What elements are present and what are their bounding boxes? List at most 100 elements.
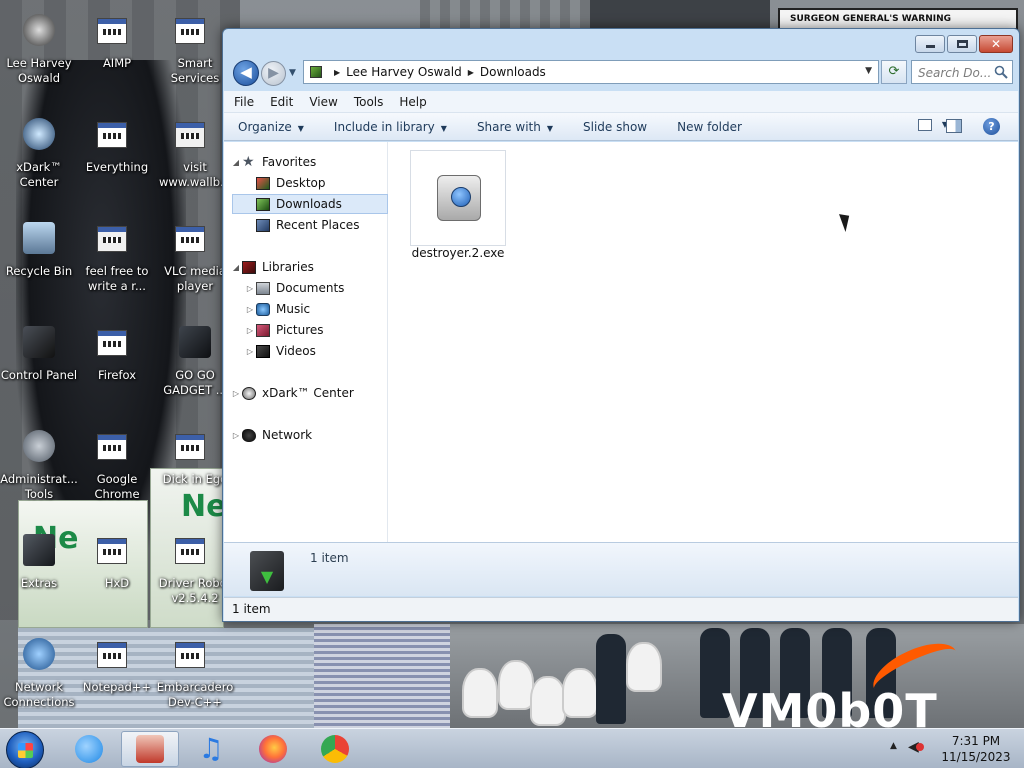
libraries-icon: [242, 260, 256, 274]
app-icon: [95, 424, 139, 468]
breadcrumb-item[interactable]: Downloads: [480, 65, 546, 79]
nav-item-documents[interactable]: ▷ Documents: [244, 278, 345, 298]
nav-item-downloads[interactable]: Downloads: [232, 194, 388, 214]
clock[interactable]: 7:31 PM 11/15/2023: [936, 733, 1016, 765]
expand-icon[interactable]: ▷: [244, 347, 256, 356]
nav-item-recent-places[interactable]: Recent Places: [244, 215, 380, 235]
command-label: Include in library: [333, 119, 435, 134]
clock-date: 11/15/2023: [941, 750, 1011, 764]
taskbar-explorer[interactable]: [121, 731, 179, 767]
desktop-icon-hxd[interactable]: HxD: [78, 528, 156, 591]
desktop-icon-label: Embarcadero Dev-C++: [156, 680, 234, 709]
nav-favorites[interactable]: ◢ ★ Favorites: [230, 152, 316, 172]
minimize-button[interactable]: [915, 35, 945, 53]
maximize-button[interactable]: [947, 35, 977, 53]
search-input[interactable]: Search Do...: [911, 60, 1013, 84]
xdark-icon: [17, 112, 61, 156]
desktop-icon-firefox[interactable]: Firefox: [78, 320, 156, 383]
taskbar-itunes[interactable]: ♫: [182, 731, 240, 767]
desktop-icon-extras[interactable]: Extras: [0, 528, 78, 591]
nav-network[interactable]: ▷ Network: [230, 425, 312, 445]
nav-item-pictures[interactable]: ▷ Pictures: [244, 320, 324, 340]
desktop-icon-xdark-center[interactable]: xDark™ Center: [0, 112, 78, 190]
command-label: Organize: [238, 119, 292, 134]
expand-icon[interactable]: ▷: [230, 431, 242, 440]
slide-show-button[interactable]: Slide show: [583, 120, 647, 134]
downloads-folder-icon: [250, 551, 284, 591]
expand-icon[interactable]: ▷: [244, 284, 256, 293]
expand-icon[interactable]: ▷: [230, 389, 242, 398]
organize-button[interactable]: Organize ▼: [238, 120, 304, 134]
nav-label: Pictures: [276, 323, 324, 337]
system-tray: ▲ ◀ 7:31 PM 11/15/2023: [884, 729, 1024, 768]
menu-edit[interactable]: Edit: [270, 95, 293, 109]
refresh-button[interactable]: ⟳: [881, 60, 907, 84]
nav-item-desktop[interactable]: Desktop: [244, 173, 380, 193]
desktop-icon-control-panel[interactable]: Control Panel: [0, 320, 78, 383]
close-icon: ✕: [990, 37, 1002, 51]
desktop-icon-aimp[interactable]: AIMP: [78, 8, 156, 71]
address-bar[interactable]: ▶ Lee Harvey Oswald ▶ Downloads ▼: [303, 60, 879, 84]
include-in-library-button[interactable]: Include in library ▼: [334, 120, 447, 134]
explorer-body: ◢ ★ Favorites Desktop Downloads Recent P…: [224, 142, 1018, 542]
preview-pane-icon[interactable]: [946, 119, 962, 133]
search-icon[interactable]: [994, 65, 1008, 79]
desktop-icon-lee-harvey-oswald[interactable]: Lee Harvey Oswald: [0, 8, 78, 86]
wallpaper-building: [590, 0, 770, 28]
desktop-icon-label: Network Connections: [3, 680, 75, 709]
volume-muted-badge-icon: [916, 743, 924, 751]
address-history-dropdown-icon[interactable]: ▼: [865, 66, 872, 76]
maximize-icon: [957, 40, 968, 48]
breadcrumb-separator-icon[interactable]: ▶: [468, 68, 474, 77]
file-name-label[interactable]: destroyer.2.exe: [390, 246, 526, 260]
desktop-icon-recycle-bin[interactable]: Recycle Bin: [0, 216, 78, 279]
file-list[interactable]: destroyer.2.exe: [390, 142, 1018, 542]
expand-icon[interactable]: ▷: [244, 326, 256, 335]
breadcrumb-item[interactable]: Lee Harvey Oswald: [346, 65, 462, 79]
nav-label: Downloads: [276, 197, 342, 211]
breadcrumb-separator-icon[interactable]: ▶: [334, 68, 340, 77]
wallpaper-figure: [596, 634, 626, 724]
desktop-icon-admin-tools[interactable]: Administrat... Tools: [0, 424, 78, 502]
desktop-icon-network-connections[interactable]: Network Connections: [0, 632, 78, 710]
new-folder-button[interactable]: New folder: [677, 120, 742, 134]
downloads-icon: [256, 197, 270, 211]
close-button[interactable]: ✕: [979, 35, 1013, 53]
desktop-icon-feel-free[interactable]: feel free to write a r...: [78, 216, 156, 294]
collapse-icon[interactable]: ◢: [230, 263, 242, 272]
menu-file[interactable]: File: [234, 95, 254, 109]
nav-item-videos[interactable]: ▷ Videos: [244, 341, 316, 361]
nav-xdark-center[interactable]: ▷ xDark™ Center: [230, 383, 354, 403]
forward-button[interactable]: ▶: [261, 61, 286, 86]
menu-help[interactable]: Help: [399, 95, 426, 109]
expand-icon[interactable]: ▷: [244, 305, 256, 314]
share-with-button[interactable]: Share with ▼: [477, 120, 553, 134]
nav-libraries[interactable]: ◢ Libraries: [230, 257, 314, 277]
desktop-icon-notepad-pp[interactable]: Notepad++: [78, 632, 156, 695]
menu-tools[interactable]: Tools: [354, 95, 384, 109]
desktop-icon-everything[interactable]: Everything: [78, 112, 156, 175]
desktop-icon-embarcadero[interactable]: Embarcadero Dev-C++: [156, 632, 234, 710]
document-icon: [173, 112, 217, 156]
collapse-icon[interactable]: ◢: [230, 158, 242, 167]
show-hidden-icons-icon[interactable]: ▲: [890, 741, 897, 751]
file-item[interactable]: [410, 150, 506, 246]
taskbar-internet-explorer[interactable]: [60, 731, 118, 767]
menu-view[interactable]: View: [309, 95, 337, 109]
title-bar[interactable]: ✕: [223, 29, 1019, 61]
desktop-icon-label: Google Chrome: [94, 472, 140, 501]
taskbar-firefox[interactable]: [244, 731, 302, 767]
recent-pages-dropdown[interactable]: ▼: [289, 68, 299, 78]
help-icon[interactable]: ?: [983, 118, 1000, 135]
start-button[interactable]: [6, 731, 44, 768]
nav-item-music[interactable]: ▷ Music: [244, 299, 310, 319]
back-button[interactable]: ◀: [233, 60, 259, 86]
chevron-down-icon: ▼: [440, 123, 447, 133]
nav-label: Network: [262, 428, 313, 442]
chevron-down-icon: ▼: [297, 123, 304, 133]
search-placeholder: Search Do...: [918, 66, 992, 80]
taskbar-chrome[interactable]: [306, 731, 364, 767]
desktop-icon-google-chrome[interactable]: Google Chrome: [78, 424, 156, 502]
desktop-icon-label: Recycle Bin: [5, 264, 73, 278]
change-view-icon[interactable]: [918, 119, 932, 131]
